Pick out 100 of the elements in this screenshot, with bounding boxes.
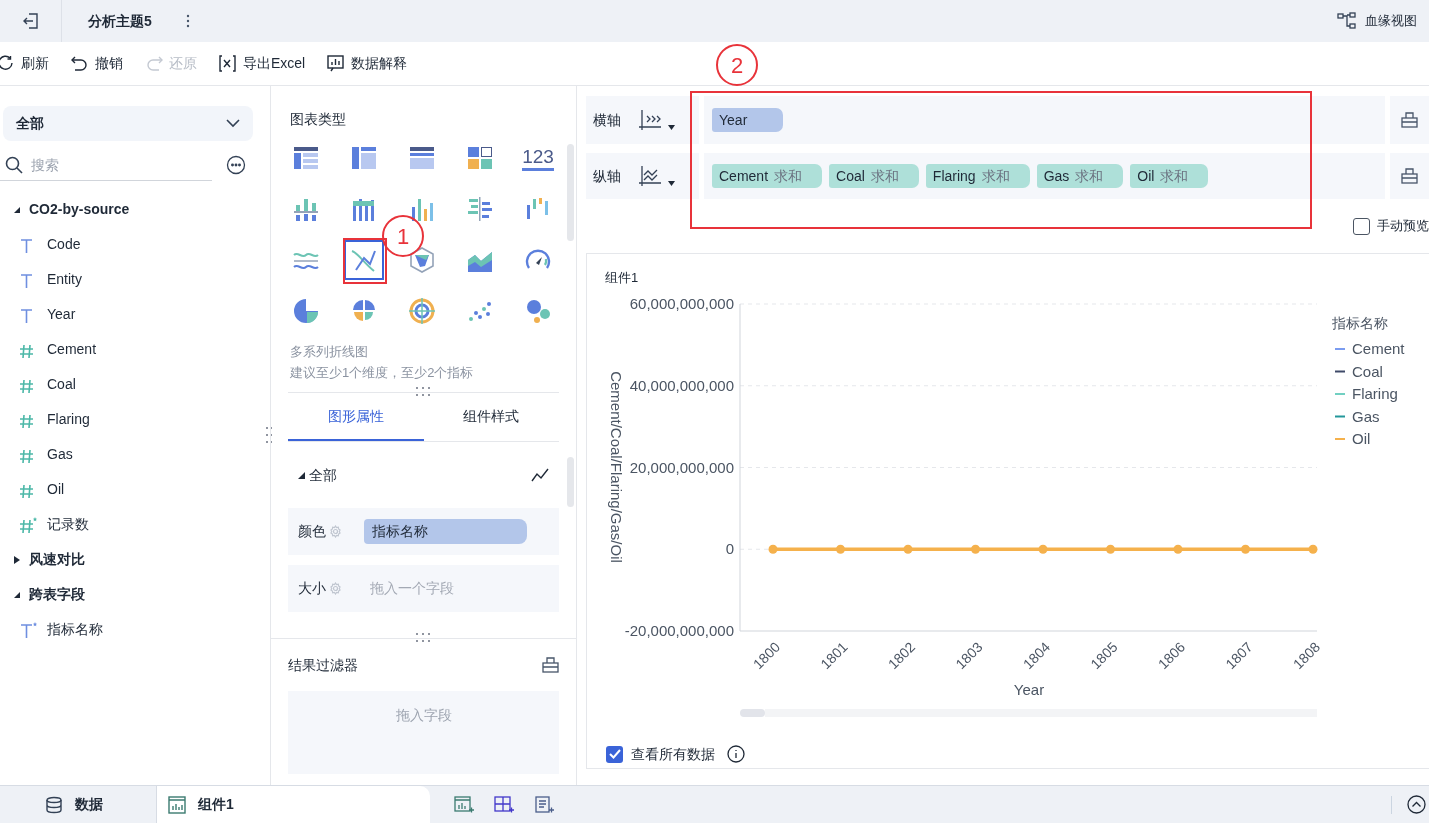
caret-icon[interactable] xyxy=(13,555,21,564)
y-tick-label: 20,000,000,000 xyxy=(629,458,734,476)
database-icon xyxy=(45,795,63,814)
x-axis-icon[interactable] xyxy=(638,109,662,131)
toolbar-button[interactable]: 导出Excel xyxy=(219,53,306,74)
axis-label: 横轴 xyxy=(593,110,621,130)
y-tick-label: 60,000,000,000 xyxy=(629,295,734,312)
checkbox[interactable] xyxy=(606,745,623,763)
table-icon xyxy=(292,144,320,172)
group-label[interactable]: 跨表字段 xyxy=(29,584,85,605)
group-label[interactable]: 风速对比 xyxy=(29,549,85,570)
y-axis-title: Cement/Coal/Flaring/Gas/Oil xyxy=(608,371,625,563)
field-item[interactable]: Oil xyxy=(47,479,65,500)
add-chart-icon[interactable] xyxy=(454,795,474,814)
refresh-icon xyxy=(0,55,15,72)
field-item[interactable]: Year xyxy=(47,304,76,325)
field-chip[interactable]: Flaring 求和 xyxy=(925,164,1030,188)
exit-icon[interactable] xyxy=(21,12,40,30)
chart-type-button[interactable]: 123 xyxy=(518,138,558,178)
field-item[interactable]: 记录数 xyxy=(47,514,89,535)
field-chip[interactable]: Year xyxy=(712,108,783,132)
more-icon[interactable] xyxy=(185,14,190,28)
field-chip[interactable]: Coal 求和 xyxy=(829,164,919,188)
field-chip[interactable]: Oil 求和 xyxy=(1130,164,1209,188)
section-label: 全部 xyxy=(309,465,337,485)
page-title: 分析主题5 xyxy=(88,11,152,31)
radar-icon xyxy=(408,246,436,274)
field-item[interactable]: Gas xyxy=(47,444,73,465)
field-item[interactable]: Coal xyxy=(47,374,76,395)
calc-text-field-icon xyxy=(19,620,38,639)
legend-item[interactable]: Gas xyxy=(1352,407,1380,425)
line-chart-icon[interactable] xyxy=(531,468,549,482)
field-chip[interactable]: Gas 求和 xyxy=(1036,164,1124,188)
add-table-icon[interactable] xyxy=(494,795,514,814)
lineage-link[interactable]: 血缘视图 xyxy=(1365,11,1417,31)
toolbar-button[interactable]: 撤销 xyxy=(71,53,123,74)
step-number: 2 xyxy=(716,44,758,86)
resize-handle[interactable] xyxy=(266,426,272,444)
chart-type-hint: 建议至少1个维度，至少2个指标 xyxy=(290,364,474,382)
excel-icon xyxy=(219,55,237,72)
caret-down-icon[interactable] xyxy=(668,180,675,186)
section-title: 图表类型 xyxy=(290,110,346,129)
highlight-frame xyxy=(343,238,387,284)
property-label: 大小 xyxy=(298,579,326,598)
legend-item[interactable]: Oil xyxy=(1352,430,1371,447)
checkbox-label: 手动预览 xyxy=(1377,217,1429,236)
axis-config-icon[interactable] xyxy=(1401,112,1418,128)
caret-icon[interactable] xyxy=(13,205,21,214)
scrollbar[interactable] xyxy=(567,144,574,241)
pie-chart-icon xyxy=(292,297,320,325)
y-axis-icon[interactable] xyxy=(638,165,662,187)
field-chip[interactable]: Cement 求和 xyxy=(712,164,823,188)
scrollbar[interactable] xyxy=(567,457,574,507)
resize-handle[interactable] xyxy=(415,387,431,397)
group-label[interactable]: CO2-by-source xyxy=(29,199,130,220)
drop-zone[interactable]: Year xyxy=(704,96,1385,144)
caret-down-icon[interactable] xyxy=(668,124,675,130)
field-item[interactable]: Cement xyxy=(47,339,97,360)
y-tick-label: 0 xyxy=(725,540,734,558)
drop-zone[interactable]: Cement 求和 Coal 求和 Flaring 求和 Gas 求和 Oil 求和 xyxy=(704,153,1385,199)
legend-item[interactable]: Cement xyxy=(1352,340,1405,357)
donut-chart-icon xyxy=(408,297,436,325)
x-axis-title: Year xyxy=(1013,681,1045,698)
filter-config-icon[interactable] xyxy=(542,657,559,673)
undo-icon xyxy=(71,55,89,72)
axis-config-icon[interactable] xyxy=(1401,168,1418,184)
lineage-icon[interactable] xyxy=(1337,12,1357,30)
legend-item[interactable]: Coal xyxy=(1352,362,1383,380)
collapse-icon[interactable] xyxy=(1407,795,1426,814)
component-title: 组件1 xyxy=(604,269,640,287)
field-chip[interactable]: 指标名称 xyxy=(364,519,527,544)
legend-item[interactable]: Flaring xyxy=(1352,385,1398,402)
calc-number-field-icon xyxy=(19,515,38,534)
field-item[interactable]: Flaring xyxy=(47,409,90,430)
more-options-icon[interactable] xyxy=(226,155,246,175)
field-item[interactable]: Entity xyxy=(47,269,82,290)
search-field[interactable]: 搜索 xyxy=(31,150,201,179)
source-dropdown[interactable]: 全部 xyxy=(3,106,253,141)
bubble-chart-icon xyxy=(524,297,552,325)
checkbox-label: 查看所有数据 xyxy=(631,744,715,764)
toolbar-button[interactable]: 数据解释 xyxy=(327,53,408,74)
tiles-icon xyxy=(466,144,494,172)
section-title: 结果过滤器 xyxy=(288,655,358,675)
caret-icon[interactable] xyxy=(298,471,305,479)
field-item[interactable]: 指标名称 xyxy=(47,619,103,640)
bottom-tab[interactable]: 组件1 xyxy=(157,786,430,823)
checkbox[interactable] xyxy=(1353,217,1370,235)
add-page-icon[interactable] xyxy=(534,795,554,814)
chart-type-name: 多系列折线图 xyxy=(290,343,368,361)
caret-icon[interactable] xyxy=(13,590,21,599)
resize-handle[interactable] xyxy=(415,633,431,643)
property-tab[interactable]: 组件样式 xyxy=(423,393,559,441)
detail-table-icon xyxy=(408,144,436,172)
chart-report-icon xyxy=(327,55,346,72)
field-item[interactable]: Code xyxy=(47,234,81,255)
toolbar-button[interactable]: 刷新 xyxy=(0,53,49,74)
info-icon[interactable] xyxy=(727,745,745,763)
chart-type-button[interactable] xyxy=(344,240,384,280)
property-tab[interactable]: 图形属性 xyxy=(288,393,424,441)
scroll-thumb[interactable] xyxy=(740,709,765,717)
